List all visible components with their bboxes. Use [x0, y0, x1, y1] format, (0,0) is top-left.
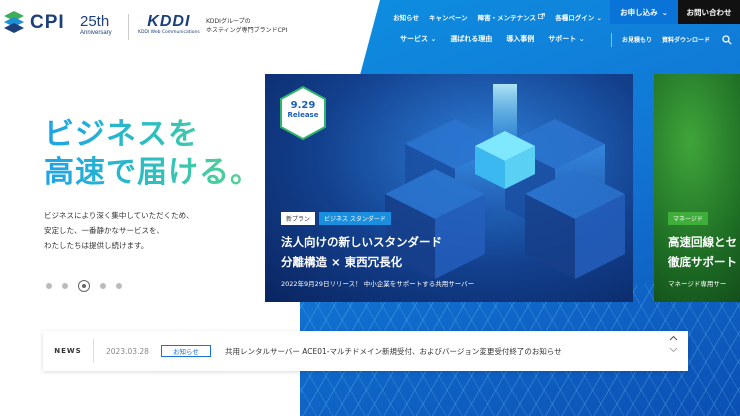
- kddi-logo-text: KDDI: [147, 13, 191, 30]
- maintenance-label: 障害・メンテナンス: [477, 14, 537, 22]
- contact-button[interactable]: お問い合わせ: [678, 0, 740, 24]
- slide-dot-active[interactable]: [78, 280, 90, 292]
- chevron-up-icon[interactable]: [669, 335, 678, 341]
- external-link-icon: [538, 13, 546, 20]
- hero-headline-line2: 高速で届ける。: [44, 155, 261, 190]
- anniversary-number: 25th: [80, 13, 110, 30]
- hero-sub-line2: 安定した、一番静かなサービスを、: [44, 226, 164, 235]
- news-category-badge: お知らせ: [160, 345, 211, 357]
- apply-label: お申し込み: [620, 7, 658, 17]
- apply-button[interactable]: お申し込み ⌄: [610, 0, 678, 24]
- slide-title: 高速回線とセ 徹底サポート: [668, 232, 737, 272]
- utility-link-maintenance[interactable]: 障害・メンテナンス: [478, 12, 546, 22]
- slide-title: 法人向けの新しいスタンダード 分離構造 × 東西冗長化: [281, 232, 442, 272]
- chevron-down-icon: ⌄: [430, 35, 437, 43]
- slide-dot[interactable]: [116, 283, 122, 289]
- cpi-logo-mark-icon: [4, 10, 24, 36]
- main-nav: サービス ⌄ 選ばれる理由 導入事例 サポート ⌄: [400, 34, 585, 44]
- anniversary-mark: 25th Anniversary: [80, 14, 112, 37]
- release-badge: 9.29 Release: [279, 100, 327, 120]
- utility-link-login[interactable]: 各種ログイン ⌄: [555, 12, 602, 22]
- hero-sub-line3: わたしたちは提供し続けます。: [44, 241, 149, 250]
- slide-description: 2022年9月29日リリース！ 中小企業をサポートする共用サーバー: [281, 280, 475, 288]
- release-badge-date: 9.29: [290, 100, 316, 111]
- slide-dot[interactable]: [100, 283, 106, 289]
- hero-headline-line1: ビジネスを: [44, 117, 199, 152]
- news-ticker: NEWS 2023.03.28 お知らせ 共用レンタルサーバー ACE01-マル…: [43, 331, 688, 371]
- tag-new-plan: 新プラン: [281, 212, 316, 225]
- slide-description: マネージド専用サー: [668, 280, 727, 288]
- news-arrows: [669, 335, 678, 353]
- slide-dot[interactable]: [62, 283, 68, 289]
- cpi-logo[interactable]: CPI: [4, 10, 65, 36]
- utility-link-news[interactable]: お知らせ: [393, 12, 419, 22]
- nav-item-service[interactable]: サービス ⌄: [400, 34, 436, 44]
- nav-item-reasons[interactable]: 選ばれる理由: [450, 34, 492, 44]
- nav-separator: [611, 33, 612, 47]
- nav-item-download[interactable]: 資料ダウンロード: [662, 35, 710, 44]
- news-label: NEWS: [54, 347, 82, 355]
- chevron-down-icon: ⌄: [578, 35, 585, 43]
- slide-card-business-standard[interactable]: 9.29 Release 新プラン ビジネス スタンダード 法人向けの新しいスタ…: [265, 74, 633, 302]
- news-date: 2023.03.28: [106, 346, 149, 356]
- nav-item-cases[interactable]: 導入事例: [506, 34, 534, 44]
- kddi-logo-sub: KDDI Web Communications: [138, 30, 200, 35]
- logo-text: CPI: [30, 12, 65, 33]
- anniversary-label: Anniversary: [80, 30, 112, 36]
- slide-dot[interactable]: [46, 283, 52, 289]
- kddi-desc-line2: ホスティング専門ブランドCPI: [206, 27, 288, 34]
- kddi-logo[interactable]: KDDI KDDI Web Communications: [138, 13, 200, 36]
- slide-title-line2: 徹底サポート: [668, 255, 737, 269]
- utility-link-campaign[interactable]: キャンペーン: [429, 12, 468, 22]
- utility-nav: お知らせ キャンペーン 障害・メンテナンス 各種ログイン ⌄: [393, 6, 602, 28]
- chevron-down-icon: ⌄: [596, 14, 602, 22]
- hero-subtext: ビジネスにより深く集中していただくため、 安定した、一番静かなサービスを、 わた…: [44, 208, 194, 253]
- hero-sub-line1: ビジネスにより深く集中していただくため、: [44, 211, 194, 220]
- slide-title-line2: 分離構造 × 東西冗長化: [281, 255, 403, 269]
- nav-item-support[interactable]: サポート ⌄: [548, 34, 584, 44]
- search-icon[interactable]: [722, 35, 732, 45]
- tag-managed: マネージド: [668, 212, 708, 225]
- news-divider: [93, 339, 94, 363]
- chevron-down-icon[interactable]: [669, 347, 678, 353]
- login-label: 各種ログイン: [555, 14, 595, 22]
- sub-nav: お見積もり 資料ダウンロード: [622, 35, 710, 44]
- header-divider: [128, 14, 129, 40]
- page: CPI 25th Anniversary KDDI KDDI Web Commu…: [0, 0, 740, 416]
- tag-business-standard: ビジネス スタンダード: [319, 212, 391, 225]
- kddi-description: KDDIグループの ホスティング専門ブランドCPI: [206, 17, 287, 35]
- hero-headline: ビジネスを 高速で届ける。: [44, 116, 261, 192]
- slide-pagination: [46, 280, 122, 292]
- slide-tags: 新プラン ビジネス スタンダード: [281, 212, 391, 225]
- news-headline-link[interactable]: 共用レンタルサーバー ACE01-マルチドメイン新規受付、およびバージョン変更受…: [225, 346, 562, 357]
- nav-support-label: サポート: [548, 35, 577, 43]
- nav-service-label: サービス: [400, 35, 428, 43]
- slide-card-managed[interactable]: マネージド 高速回線とセ 徹底サポート マネージド専用サー: [654, 74, 740, 302]
- kddi-desc-line1: KDDIグループの: [206, 18, 251, 25]
- chevron-down-icon: ⌄: [661, 7, 668, 17]
- slide-title-line1: 法人向けの新しいスタンダード: [281, 235, 442, 249]
- nav-item-estimate[interactable]: お見積もり: [622, 35, 652, 44]
- slide-title-line1: 高速回線とセ: [668, 235, 737, 249]
- release-badge-label: Release: [287, 111, 319, 119]
